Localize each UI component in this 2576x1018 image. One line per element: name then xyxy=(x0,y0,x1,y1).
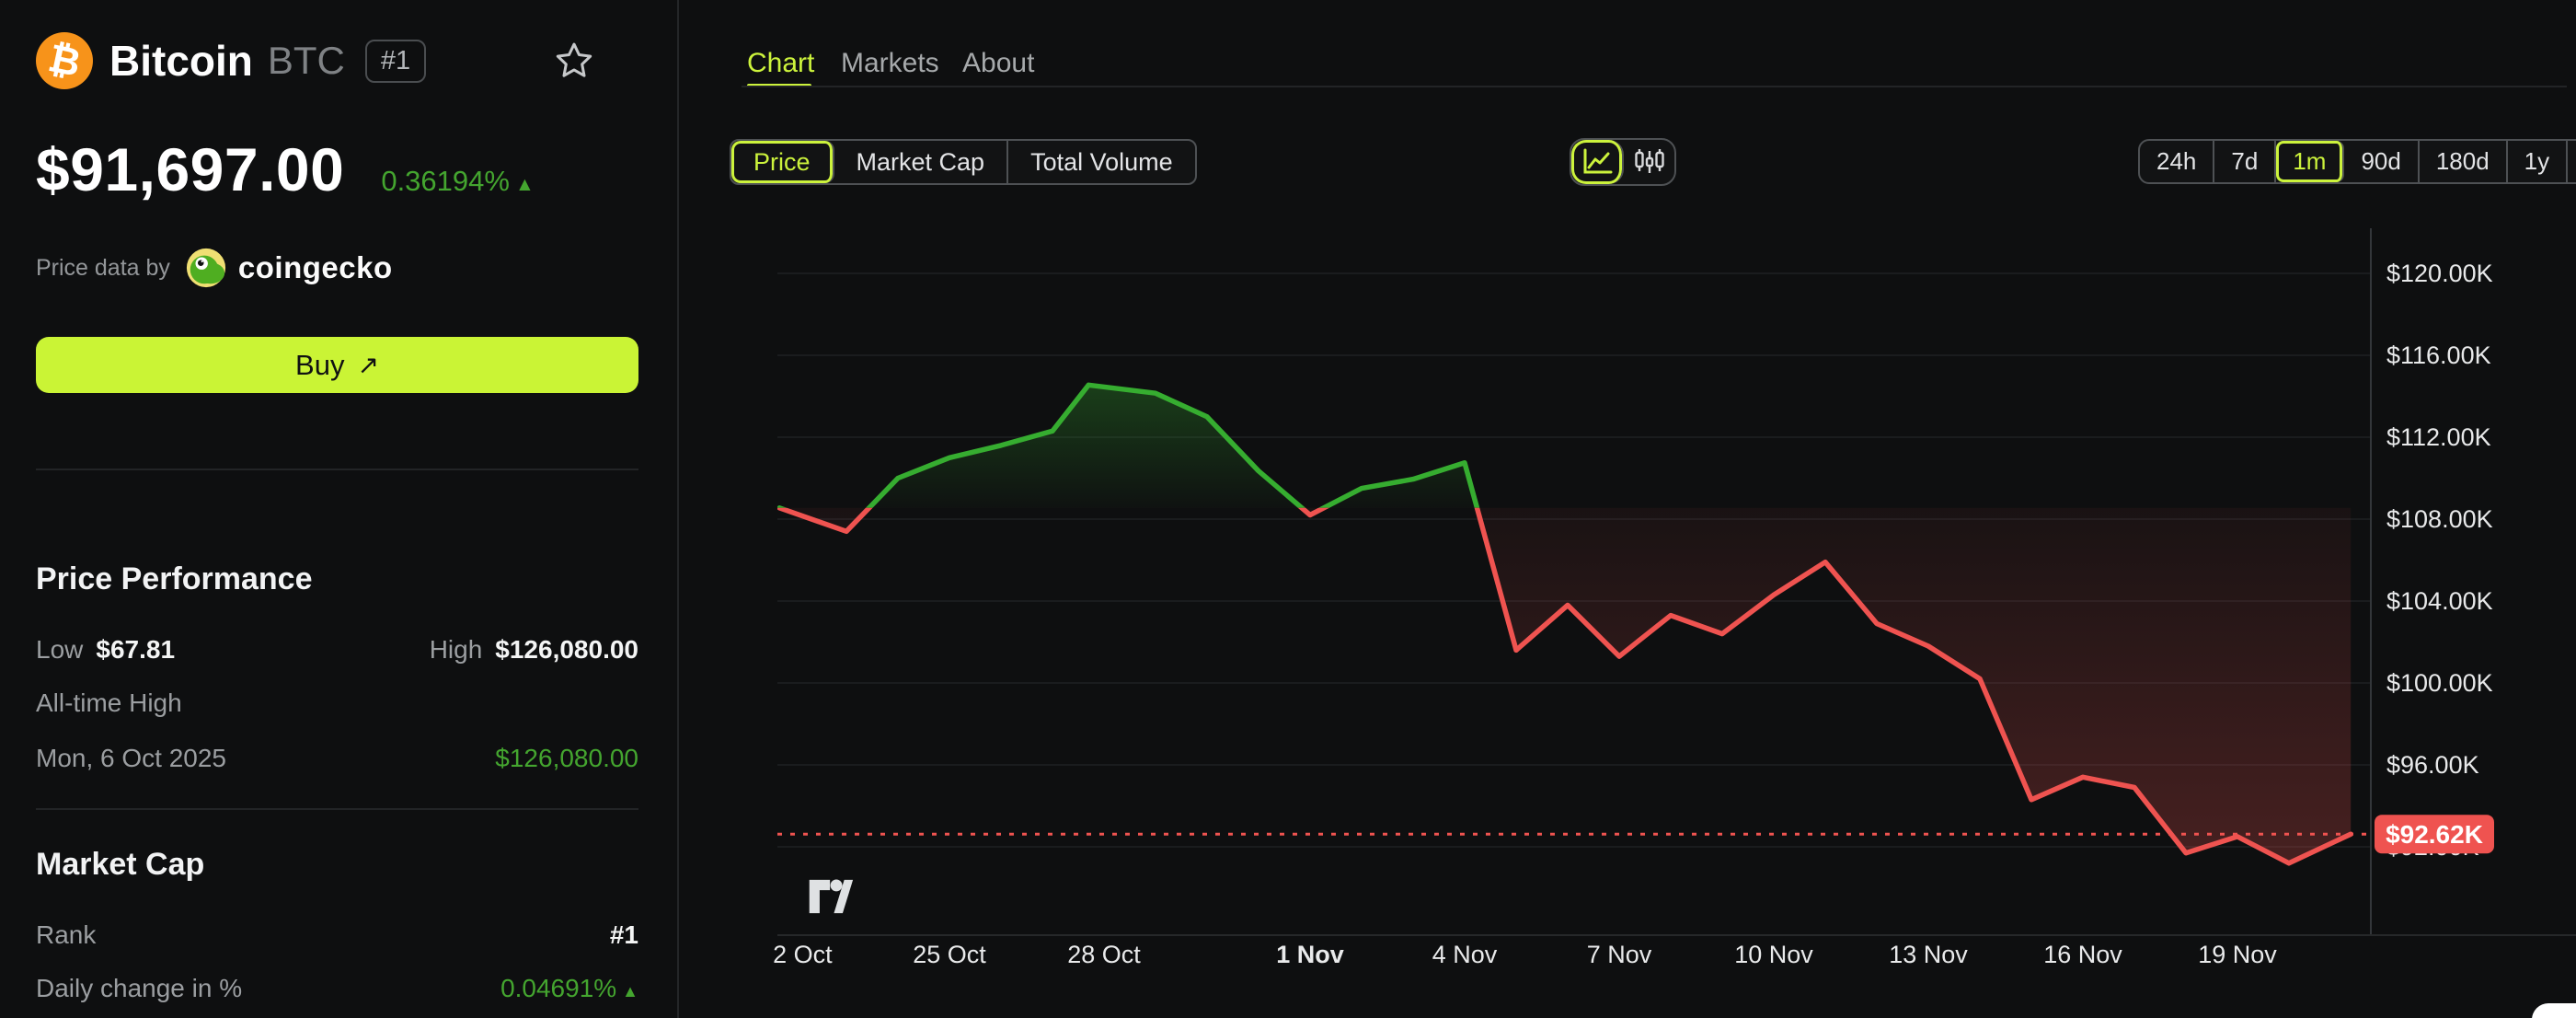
low-value: $67.81 xyxy=(96,635,175,665)
daily-change-value: 0.04691%▲ xyxy=(500,974,638,1003)
svg-text:$100.00K: $100.00K xyxy=(2386,669,2493,697)
range-7d-button[interactable]: 7d xyxy=(2214,141,2276,182)
rank-row: Rank #1 xyxy=(36,920,638,950)
bitcoin-price-page: $120.00K $116.00K $112.00K $108.00K $104.00K… xyxy=(0,0,2576,1018)
svg-text:$120.00K: $120.00K xyxy=(2386,260,2493,287)
svg-text:$108.00K: $108.00K xyxy=(2386,505,2493,533)
line-chart-icon[interactable] xyxy=(1571,140,1624,184)
svg-text:10 Nov: 10 Nov xyxy=(1734,941,1813,968)
svg-text:$104.00K: $104.00K xyxy=(2386,587,2493,615)
tradingview-logo[interactable] xyxy=(808,877,854,920)
range-1m-button[interactable]: 1m xyxy=(2276,141,2344,182)
tab-chart[interactable]: Chart xyxy=(747,48,814,79)
daily-change-row: Daily change in % 0.04691%▲ xyxy=(36,974,638,1003)
metric-marketcap-button[interactable]: Market Cap xyxy=(834,141,1009,183)
range-180d-button[interactable]: 180d xyxy=(2420,141,2508,182)
low-high-row: Low $67.81 High $126,080.00 xyxy=(36,635,638,665)
high-value: $126,080.00 xyxy=(495,635,638,665)
corner-widget[interactable] xyxy=(2532,1003,2576,1018)
bitcoin-logo-icon: ₿ xyxy=(36,32,93,89)
attribution-prefix: Price data by xyxy=(36,255,170,282)
price-change: 0.36194%▲ xyxy=(381,165,534,198)
svg-text:2 Oct: 2 Oct xyxy=(773,941,833,968)
coin-ticker: BTC xyxy=(268,39,345,83)
up-triangle-icon: ▲ xyxy=(515,174,535,195)
ath-label: All-time High xyxy=(36,688,182,718)
current-price: $91,697.00 xyxy=(36,134,344,204)
ath-value-row: Mon, 6 Oct 2025 $126,080.00 xyxy=(36,744,638,773)
candlestick-chart-icon[interactable] xyxy=(1624,140,1674,184)
sidebar-divider xyxy=(677,0,679,1018)
metric-toggle-group: Price Market Cap Total Volume xyxy=(730,139,1197,185)
price-performance-heading: Price Performance xyxy=(36,561,313,597)
market-cap-heading: Market Cap xyxy=(36,847,204,883)
rank-value: #1 xyxy=(610,920,638,950)
ath-value: $126,080.00 xyxy=(495,744,638,773)
divider xyxy=(36,808,638,810)
price-line: $91,697.00 0.36194%▲ xyxy=(36,134,535,204)
svg-text:$116.00K: $116.00K xyxy=(2386,341,2491,369)
coingecko-wordmark: coingecko xyxy=(238,250,393,285)
svg-text:$92.62K: $92.62K xyxy=(2386,820,2483,849)
ath-label-row: All-time High xyxy=(36,688,638,718)
svg-text:16 Nov: 16 Nov xyxy=(2043,941,2122,968)
coin-header: ₿ Bitcoin BTC #1 xyxy=(36,31,638,90)
metric-totalvolume-button[interactable]: Total Volume xyxy=(1008,141,1195,183)
svg-text:$112.00K: $112.00K xyxy=(2386,423,2491,451)
range-90d-button[interactable]: 90d xyxy=(2344,141,2419,182)
tab-about[interactable]: About xyxy=(962,48,1034,79)
tab-markets[interactable]: Markets xyxy=(841,48,939,79)
svg-text:$96.00K: $96.00K xyxy=(2386,751,2479,779)
ath-date: Mon, 6 Oct 2025 xyxy=(36,744,226,773)
daily-change-label: Daily change in % xyxy=(36,974,242,1003)
rank-label: Rank xyxy=(36,920,96,950)
svg-text:13 Nov: 13 Nov xyxy=(1889,941,1968,968)
attribution: Price data by coingecko xyxy=(36,247,393,289)
divider xyxy=(36,469,638,470)
svg-text:25 Oct: 25 Oct xyxy=(913,941,986,968)
svg-text:1 Nov: 1 Nov xyxy=(1276,941,1344,968)
svg-text:28 Oct: 28 Oct xyxy=(1067,941,1141,968)
tabs-divider xyxy=(742,86,2567,87)
favorite-star-icon[interactable] xyxy=(554,40,594,86)
up-triangle-icon: ▲ xyxy=(622,982,638,1001)
high-label: High xyxy=(430,635,483,665)
rank-badge: #1 xyxy=(365,40,426,83)
svg-text:4 Nov: 4 Nov xyxy=(1432,941,1498,968)
buy-button[interactable]: Buy↗ xyxy=(36,337,638,393)
time-range-group: 24h 7d 1m 90d 180d 1y all xyxy=(2138,139,2576,184)
range-1y-button[interactable]: 1y xyxy=(2508,141,2568,182)
range-all-button[interactable]: all xyxy=(2568,141,2576,182)
range-24h-button[interactable]: 24h xyxy=(2140,141,2214,182)
coin-name: Bitcoin xyxy=(109,36,253,86)
external-arrow-icon: ↗ xyxy=(357,350,378,380)
svg-text:19 Nov: 19 Nov xyxy=(2198,941,2277,968)
metric-price-button[interactable]: Price xyxy=(731,141,834,183)
chart-type-toggle-group xyxy=(1570,138,1676,186)
low-label: Low xyxy=(36,635,83,665)
coingecko-logo-icon xyxy=(185,247,227,289)
svg-text:7 Nov: 7 Nov xyxy=(1587,941,1652,968)
